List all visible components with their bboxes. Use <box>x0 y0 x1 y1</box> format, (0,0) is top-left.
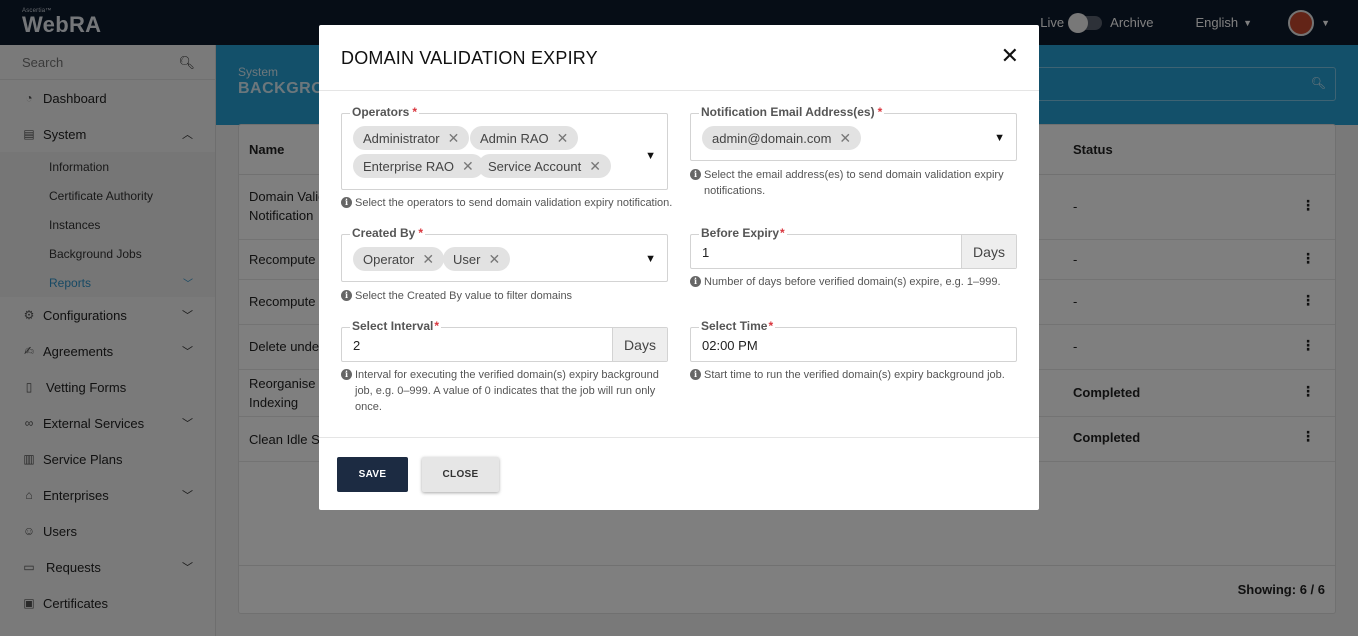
remove-chip-icon[interactable]: ✕ <box>462 158 474 175</box>
required-mark: * <box>434 319 440 333</box>
chip-label: Administrator <box>363 130 440 146</box>
chip-operator: Operator ✕ <box>353 247 445 271</box>
field-label: Before Expiry* <box>699 226 787 240</box>
before-expiry-help: i Number of days before verified domain(… <box>690 274 1020 290</box>
field-label-text: Operators <box>352 105 410 119</box>
chip-user: User ✕ <box>443 247 511 271</box>
operators-select[interactable]: Operators * Administrator ✕ Admin RAO ✕ Ent… <box>341 105 668 190</box>
remove-chip-icon[interactable]: ✕ <box>589 158 601 175</box>
chip-enterprise-rao: Enterprise RAO ✕ <box>353 154 484 178</box>
required-mark: * <box>780 226 785 240</box>
chip-email: admin@domain.com ✕ <box>702 126 862 150</box>
chip-label: User <box>453 251 481 267</box>
remove-chip-icon[interactable]: ✕ <box>488 251 500 268</box>
field-label-text: Created By <box>352 226 416 240</box>
days-addon: Days <box>961 235 1016 268</box>
select-interval-input[interactable]: Select Interval* 2 Days <box>341 319 668 362</box>
help-text: Select the email address(es) to send dom… <box>704 169 1004 181</box>
chip-label: Enterprise RAO <box>363 158 455 174</box>
notification-email-help: i Select the email address(es) to send d… <box>690 167 1020 199</box>
chip-label: admin@domain.com <box>712 130 832 146</box>
field-label-text: Before Expiry <box>701 226 780 240</box>
info-icon: i <box>341 369 352 380</box>
dialog-title: DOMAIN VALIDATION EXPIRY <box>341 48 598 68</box>
help-text: Number of days before verified domain(s)… <box>704 276 1001 288</box>
select-interval-value: 2 <box>353 338 361 353</box>
chip-admin-rao: Admin RAO ✕ <box>470 126 579 150</box>
field-label: Select Time* <box>699 319 776 333</box>
required-mark: * <box>768 319 774 333</box>
help-text: Select the Created By value to filter do… <box>355 290 573 302</box>
remove-chip-icon[interactable]: ✕ <box>557 130 569 147</box>
operators-help: i Select the operators to send domain va… <box>341 195 681 211</box>
required-mark: * <box>418 226 424 240</box>
remove-chip-icon[interactable]: ✕ <box>839 130 851 147</box>
close-button[interactable]: CLOSE <box>422 457 499 492</box>
days-addon: Days <box>612 328 667 361</box>
close-icon[interactable]: ✕ <box>1001 45 1019 67</box>
required-mark: * <box>412 105 418 119</box>
chip-label: Operator <box>363 251 415 267</box>
chip-administrator: Administrator ✕ <box>353 126 470 150</box>
field-label: Notification Email Address(es) * <box>699 105 885 119</box>
created-by-help: i Select the Created By value to filter … <box>341 288 681 304</box>
select-time-help: i Start time to run the verified domain(… <box>690 367 1020 383</box>
domain-validation-expiry-dialog: DOMAIN VALIDATION EXPIRY ✕ Operators * Ad… <box>319 25 1039 510</box>
info-icon: i <box>341 290 352 301</box>
info-icon: i <box>341 197 352 208</box>
select-interval-help: i Interval for executing the verified do… <box>341 367 671 415</box>
caret-down-icon[interactable]: ▼ <box>645 253 656 265</box>
help-text: Interval for executing the verified doma… <box>355 369 659 381</box>
field-label-text: Notification Email Address(es) <box>701 105 875 119</box>
chip-service-account: Service Account ✕ <box>478 154 611 178</box>
info-icon: i <box>690 169 701 180</box>
info-icon: i <box>690 276 701 287</box>
field-label: Select Interval* <box>350 319 442 333</box>
required-mark: * <box>877 105 883 119</box>
caret-down-icon[interactable]: ▼ <box>994 132 1005 144</box>
notification-email-select[interactable]: Notification Email Address(es) * admin@do… <box>690 105 1017 161</box>
help-text: Start time to run the verified domain(s)… <box>704 369 1005 381</box>
before-expiry-value: 1 <box>702 245 710 260</box>
remove-chip-icon[interactable]: ✕ <box>422 251 434 268</box>
caret-down-icon[interactable]: ▼ <box>645 150 656 162</box>
help-text: once. <box>355 401 382 413</box>
help-text: Select the operators to send domain vali… <box>355 197 673 209</box>
divider <box>319 90 1039 91</box>
field-label: Operators * <box>350 105 420 119</box>
field-label-text: Select Time <box>701 319 768 333</box>
field-label-text: Select Interval <box>352 319 434 333</box>
before-expiry-input[interactable]: Before Expiry* 1 Days <box>690 226 1017 269</box>
select-time-value: 02:00 PM <box>702 338 758 353</box>
help-text: notifications. <box>704 185 766 197</box>
save-button[interactable]: SAVE <box>337 457 408 492</box>
divider <box>319 437 1039 438</box>
select-time-input[interactable]: Select Time* 02:00 PM <box>690 319 1017 362</box>
remove-chip-icon[interactable]: ✕ <box>448 130 460 147</box>
help-text: job, e.g. 0–999. A value of 0 indicates … <box>355 385 656 397</box>
info-icon: i <box>690 369 701 380</box>
field-label: Created By * <box>350 226 426 240</box>
chip-label: Admin RAO <box>480 130 549 146</box>
created-by-select[interactable]: Created By * Operator ✕ User ✕ ▼ <box>341 226 668 282</box>
chip-label: Service Account <box>488 158 582 174</box>
